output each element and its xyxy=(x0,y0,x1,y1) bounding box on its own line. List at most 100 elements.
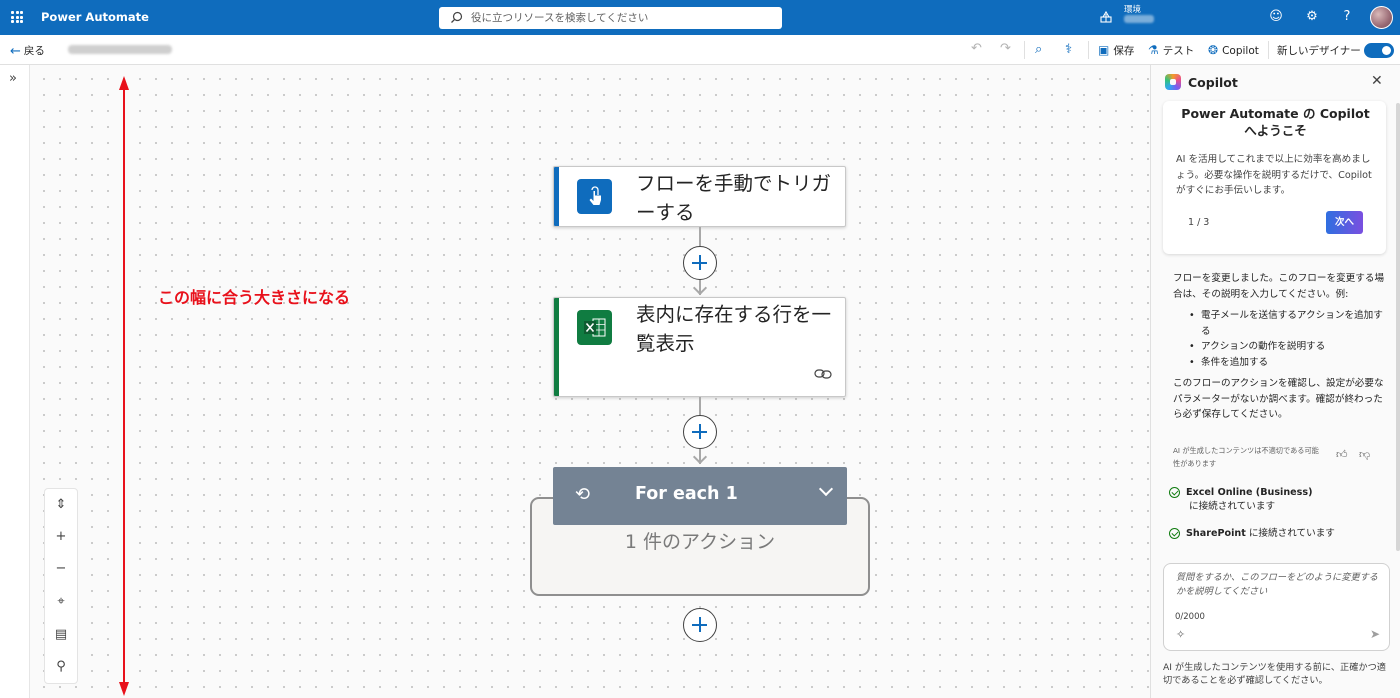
card-accent-bar xyxy=(554,298,559,396)
left-rail: » xyxy=(0,65,30,698)
search-input[interactable] xyxy=(471,9,771,27)
connection-status: に接続されています xyxy=(1248,528,1335,539)
command-bar: ← 戻る ↶ ↷ ⌕ ⚕ ▣ 保存 ⚗ テスト ❂ Copilot 新しいデザイナー xyxy=(0,35,1400,65)
list-item: 電子メールを送信するアクションを追加する xyxy=(1189,308,1391,339)
copilot-label: Copilot xyxy=(1222,45,1259,57)
zoom-out-icon[interactable]: − xyxy=(45,553,77,585)
zoom-in-icon[interactable]: + xyxy=(45,521,77,553)
link-icon[interactable] xyxy=(814,368,832,380)
back-arrow-icon: ← xyxy=(10,44,21,59)
loop-icon: ⟲ xyxy=(575,484,591,505)
send-icon[interactable]: ➤ xyxy=(1370,627,1380,641)
copilot-title: Copilot xyxy=(1188,75,1238,90)
example-list: 電子メールを送信するアクションを追加する アクションの動作を説明する 条件を追加… xyxy=(1189,308,1391,370)
copilot-logo-icon xyxy=(1165,74,1181,90)
environment-icon[interactable] xyxy=(1099,10,1113,24)
expand-panel-icon[interactable]: » xyxy=(9,71,17,86)
action-title: 表内に存在する行を一覧表示 xyxy=(636,303,832,355)
next-button[interactable]: 次へ xyxy=(1326,211,1363,234)
search-box[interactable] xyxy=(439,7,782,29)
save-button[interactable]: ▣ 保存 xyxy=(1098,43,1134,58)
collapse-chevron-icon[interactable] xyxy=(818,481,834,497)
copilot-header: Copilot ✕ xyxy=(1151,65,1400,101)
app-title[interactable]: Power Automate xyxy=(41,10,149,24)
copilot-message: フローを変更しました。このフローを変更する場合は、その説明を入力してください。例… xyxy=(1173,271,1391,423)
scrollbar[interactable] xyxy=(1396,103,1400,551)
fit-view-icon[interactable]: ⌖ xyxy=(45,586,77,618)
health-stethoscope-icon[interactable]: ⚕ xyxy=(1065,42,1072,57)
connection-name: Excel Online (Business) xyxy=(1186,487,1313,498)
app-launcher-icon[interactable] xyxy=(11,11,23,23)
trigger-title: フローを手動でトリガーする xyxy=(636,172,832,224)
save-icon: ▣ xyxy=(1098,43,1110,57)
connection-status: に接続されています xyxy=(1189,501,1276,512)
add-step-button[interactable] xyxy=(683,415,717,449)
welcome-body: AI を活用してこれまで以上に効率を高めましょう。必要な操作を説明するだけで、C… xyxy=(1176,154,1372,196)
card-accent-bar xyxy=(554,167,559,226)
foreach-card[interactable]: ⟲ For each 1 xyxy=(553,467,847,525)
message-intro: フローを変更しました。このフローを変更する場合は、その説明を入力してください。例… xyxy=(1173,273,1385,300)
test-button[interactable]: ⚗ テスト xyxy=(1148,43,1194,58)
settings-gear-icon[interactable]: ⚙ xyxy=(1304,9,1320,25)
minimap-icon[interactable]: ▤ xyxy=(45,619,77,651)
help-icon[interactable]: ? xyxy=(1339,9,1355,25)
copilot-icon: ❂ xyxy=(1208,43,1219,57)
back-label: 戻る xyxy=(23,45,45,57)
copilot-prompt-input[interactable] xyxy=(1176,571,1381,603)
connection-status-excel: Excel Online (Business) に接続されています xyxy=(1169,486,1312,514)
search-canvas-icon[interactable]: ⚲ xyxy=(45,651,77,683)
annotation-double-arrow xyxy=(119,76,129,696)
environment-name-blurred xyxy=(1124,15,1154,23)
character-count: 0/2000 xyxy=(1175,612,1205,622)
welcome-card: Power Automate の Copilot へようこそ AI を活用してこ… xyxy=(1163,101,1386,254)
add-step-button[interactable] xyxy=(683,246,717,280)
list-item: アクションの動作を説明する xyxy=(1189,339,1391,355)
welcome-page-indicator: 1 / 3 xyxy=(1188,217,1210,228)
test-flask-icon: ⚗ xyxy=(1148,43,1159,57)
canvas-zoom-controls: ⇕ + − ⌖ ▤ ⚲ xyxy=(44,488,78,684)
footer-disclaimer: AI が生成したコンテンツを使用する前に、正確かつ適切であることを必ず確認してく… xyxy=(1163,662,1386,686)
flow-checker-icon[interactable]: ⌕ xyxy=(1035,42,1042,57)
test-label: テスト xyxy=(1162,45,1195,57)
new-designer-toggle[interactable] xyxy=(1364,43,1394,58)
trigger-card[interactable]: フローを手動でトリガーする xyxy=(553,166,846,227)
top-app-bar: Power Automate 環境 ☺ ⚙ ? xyxy=(0,0,1400,35)
excel-icon xyxy=(577,310,612,345)
search-icon xyxy=(451,11,463,23)
divider xyxy=(1088,41,1089,59)
list-item: 条件を追加する xyxy=(1189,355,1391,371)
sparkle-icon[interactable]: ✧ xyxy=(1176,628,1185,641)
thumbs-up-icon[interactable]: 👍︎ xyxy=(1336,448,1348,461)
feedback-icon[interactable]: ☺ xyxy=(1268,9,1284,25)
copilot-pane: Copilot ✕ Power Automate の Copilot へようこそ… xyxy=(1150,65,1400,698)
copilot-input-box[interactable]: 0/2000 ✧ ➤ xyxy=(1163,563,1390,651)
foreach-title: For each 1 xyxy=(635,484,738,504)
fit-vertical-icon[interactable]: ⇕ xyxy=(45,489,77,521)
ai-disclaimer: AI が生成したコンテンツは不適切である可能性があります xyxy=(1173,446,1319,468)
touch-hand-icon xyxy=(577,179,612,214)
divider xyxy=(1024,41,1025,59)
user-avatar[interactable] xyxy=(1370,6,1393,29)
message-outro: このフローのアクションを確認し、設定が必要なパラメーターがないか調べます。確認が… xyxy=(1173,378,1384,420)
save-label: 保存 xyxy=(1113,45,1135,57)
divider xyxy=(1268,41,1269,59)
check-circle-icon xyxy=(1169,487,1180,498)
connection-name: SharePoint xyxy=(1186,528,1246,539)
back-button[interactable]: ← 戻る xyxy=(10,43,45,59)
foreach-action-count: 1 件のアクション xyxy=(624,531,776,553)
connection-status-sharepoint: SharePoint に接続されています xyxy=(1169,527,1335,541)
connector-line xyxy=(699,397,701,415)
new-designer-label: 新しいデザイナー xyxy=(1277,45,1361,57)
list-rows-card[interactable]: 表内に存在する行を一覧表示 xyxy=(553,297,846,397)
copilot-button[interactable]: ❂ Copilot xyxy=(1208,43,1259,57)
thumbs-down-icon[interactable]: 👎︎ xyxy=(1359,448,1370,461)
connector-line xyxy=(699,227,701,246)
flow-name-blurred xyxy=(68,45,172,54)
annotation-text: この幅に合う大きさになる xyxy=(158,288,351,307)
close-icon[interactable]: ✕ xyxy=(1371,73,1383,89)
redo-icon[interactable]: ↷ xyxy=(1000,41,1011,56)
environment-label[interactable]: 環境 xyxy=(1124,3,1141,15)
check-circle-icon xyxy=(1169,528,1180,539)
undo-icon[interactable]: ↶ xyxy=(971,41,982,56)
add-step-button[interactable] xyxy=(683,608,717,642)
